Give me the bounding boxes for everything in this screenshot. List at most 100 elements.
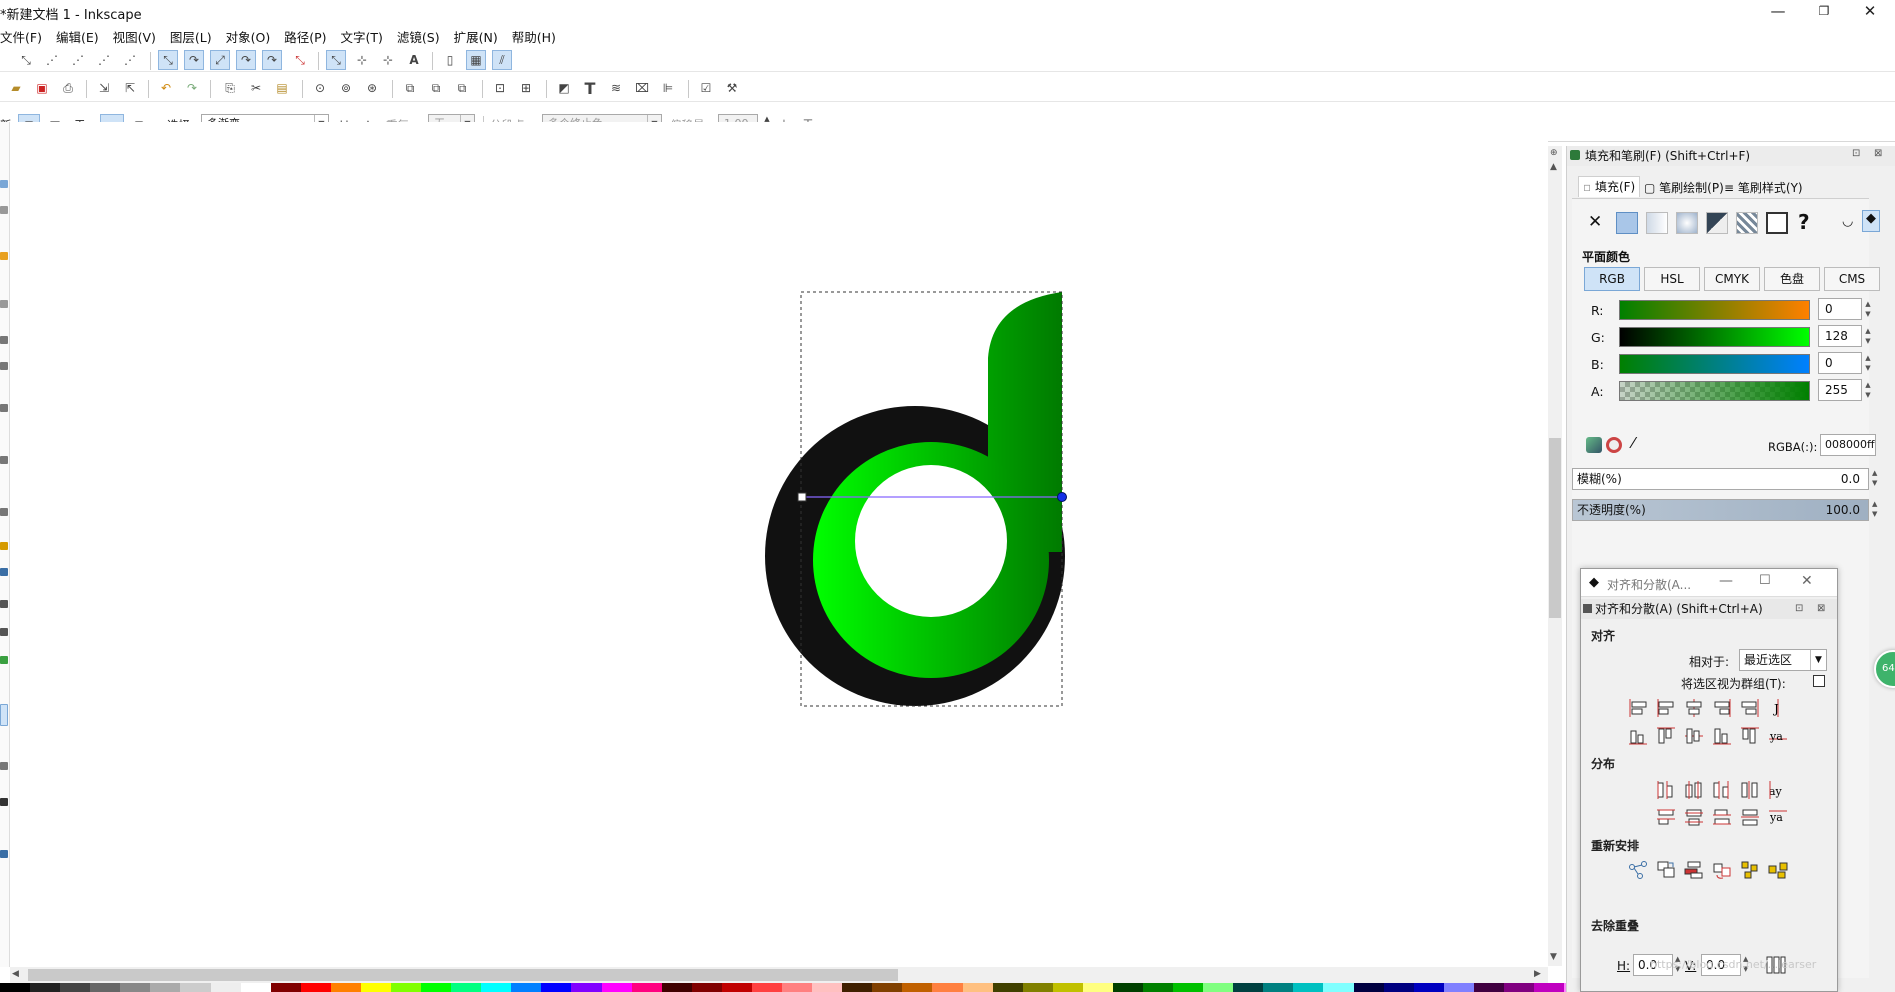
exchange-positions-stacking-order-icon[interactable] — [1681, 857, 1707, 883]
palette-swatch[interactable] — [1142, 983, 1174, 992]
align-right-edge-to-left-icon[interactable] — [1625, 695, 1651, 721]
flat-color-icon[interactable] — [1616, 212, 1638, 234]
align-panel-iconify-icon[interactable]: ⊡ — [1795, 599, 1803, 619]
palette-swatch[interactable] — [601, 983, 632, 992]
palette-swatch[interactable] — [421, 983, 452, 992]
out-of-gamut-icon[interactable] — [1606, 437, 1622, 453]
menu-edit[interactable]: 编辑(E) — [56, 27, 99, 46]
palette-swatch[interactable] — [1353, 983, 1384, 992]
spray-tool-icon[interactable] — [0, 656, 8, 664]
palette-swatch[interactable] — [661, 983, 692, 992]
palette-swatch[interactable] — [240, 983, 271, 992]
palette-swatch[interactable] — [1203, 983, 1234, 992]
tweak-tool-icon[interactable] — [0, 252, 8, 260]
rearrange-graph-icon[interactable] — [1625, 857, 1651, 883]
palette-swatch[interactable] — [721, 983, 752, 992]
snap-text-baseline-icon[interactable]: A — [404, 50, 424, 70]
paste-icon[interactable]: ▤ — [272, 78, 292, 98]
align-left-edge-to-right-icon[interactable] — [1737, 695, 1763, 721]
opacity-spin-icon[interactable]: ▲ ▼ — [1872, 499, 1877, 519]
save-icon[interactable]: ▣ — [32, 78, 52, 98]
group-icon[interactable]: ⊡ — [490, 78, 510, 98]
align-window-minimize-button[interactable]: — — [1719, 573, 1733, 589]
distribute-centers-horizontal-icon[interactable] — [1681, 777, 1707, 803]
distribute-top-edges-icon[interactable] — [1653, 805, 1679, 831]
menu-object[interactable]: 对象(O) — [226, 27, 271, 46]
horizontal-scroll-thumb[interactable] — [28, 969, 898, 981]
menu-help[interactable]: 帮助(H) — [512, 27, 556, 46]
center-on-vertical-axis-icon[interactable] — [1681, 695, 1707, 721]
open-icon[interactable]: ▰ — [6, 78, 26, 98]
palette-swatch[interactable] — [330, 983, 361, 992]
align-window-maximize-button[interactable]: ☐ — [1759, 573, 1771, 588]
mode-rgb-button[interactable]: RGB — [1584, 267, 1640, 291]
align-text-anchors-vertical-icon[interactable]: J — [1765, 695, 1791, 721]
distribute-bottom-edges-icon[interactable] — [1709, 805, 1735, 831]
rect-tool-icon[interactable] — [0, 336, 8, 344]
align-top-edges-icon[interactable] — [1653, 723, 1679, 749]
unset-paint-icon[interactable]: ? — [1798, 210, 1810, 234]
tab-fill[interactable]: ▫ 填充(F) — [1578, 176, 1641, 197]
menu-view[interactable]: 视图(V) — [113, 27, 156, 46]
randomize-centers-icon[interactable] — [1737, 857, 1763, 883]
gradient-start-handle[interactable] — [797, 492, 807, 502]
ungroup-icon[interactable]: ⊞ — [516, 78, 536, 98]
clone-icon[interactable]: ⧉ — [426, 78, 446, 98]
a-slider[interactable] — [1619, 381, 1810, 401]
no-paint-icon[interactable]: ✕ — [1588, 212, 1602, 232]
palette-swatch[interactable] — [541, 983, 572, 992]
menu-file[interactable]: 文件(F) — [0, 27, 42, 46]
align-distribute-icon[interactable]: ⊫ — [658, 78, 678, 98]
unclump-icon[interactable] — [1765, 857, 1791, 883]
layers-icon[interactable]: ≋ — [606, 78, 626, 98]
color-picker-icon[interactable]: ⁄ — [1632, 434, 1635, 452]
distribute-text-anchors-icon[interactable]: ay — [1765, 777, 1791, 803]
palette-swatch[interactable] — [451, 983, 482, 992]
menu-filters[interactable]: 滤镜(S) — [397, 27, 440, 46]
palette-swatch[interactable] — [842, 983, 873, 992]
palette-swatch[interactable] — [150, 983, 181, 992]
palette-swatch[interactable] — [1413, 983, 1444, 992]
palette-swatch[interactable] — [0, 983, 31, 992]
snap-smooth-icon[interactable]: ↷ — [262, 50, 282, 70]
palette-swatch[interactable] — [1473, 983, 1504, 992]
zoom-tool-icon[interactable] — [0, 300, 8, 308]
swatch-icon[interactable] — [1766, 212, 1788, 234]
close-button[interactable]: ✕ — [1847, 0, 1893, 24]
palette-swatch[interactable] — [1082, 983, 1113, 992]
palette-swatch[interactable] — [631, 983, 662, 992]
selector-tool-icon[interactable] — [0, 180, 8, 188]
text-font-icon[interactable]: T — [580, 78, 600, 98]
snap-grid-icon[interactable]: ▦ — [466, 50, 486, 70]
align-window-close-button[interactable]: ✕ — [1801, 573, 1813, 589]
snap-bbox-corner-icon[interactable]: ⋰ — [94, 50, 114, 70]
drawing-canvas[interactable] — [10, 122, 1548, 969]
cut-icon[interactable]: ✂ — [246, 78, 266, 98]
mode-wheel-button[interactable]: 色盘 — [1764, 267, 1820, 291]
calligraphy-tool-icon[interactable] — [0, 600, 8, 608]
ellipse-tool-icon[interactable] — [0, 404, 8, 412]
export-icon[interactable]: ⇱ — [120, 78, 140, 98]
relative-to-select[interactable]: 最近选区 ▼ — [1739, 649, 1827, 671]
b-spin[interactable]: 0 ▲ ▼ — [1818, 352, 1871, 374]
palette-swatch[interactable] — [691, 983, 722, 992]
color-managed-icon[interactable] — [1586, 437, 1602, 453]
dropper-tool-icon[interactable] — [0, 798, 8, 806]
palette-swatch[interactable] — [1173, 983, 1204, 992]
zoom-drawing-icon[interactable]: ⊚ — [336, 78, 356, 98]
blur-spin-icon[interactable]: ▲ ▼ — [1872, 468, 1877, 488]
palette-swatch[interactable] — [1533, 983, 1565, 992]
rgba-field[interactable]: 008000ff — [1820, 434, 1876, 456]
snap-bbox-edge-icon[interactable]: ⋰ — [68, 50, 88, 70]
align-baseline-icon[interactable]: ya — [1765, 723, 1791, 749]
snap-others-icon[interactable]: ⊹ — [378, 50, 398, 70]
star-tool-icon[interactable] — [0, 456, 8, 464]
distribute-centers-vertical-icon[interactable] — [1681, 805, 1707, 831]
align-left-edges-icon[interactable] — [1653, 695, 1679, 721]
palette-swatch[interactable] — [60, 983, 91, 992]
exchange-positions-clockwise-icon[interactable] — [1709, 857, 1735, 883]
zoom-corner-icon[interactable]: ⊕ — [1550, 148, 1558, 158]
distribute-gaps-horizontal-icon[interactable] — [1737, 777, 1763, 803]
menu-text[interactable]: 文字(T) — [341, 27, 383, 46]
text-tool-icon[interactable] — [0, 628, 8, 636]
